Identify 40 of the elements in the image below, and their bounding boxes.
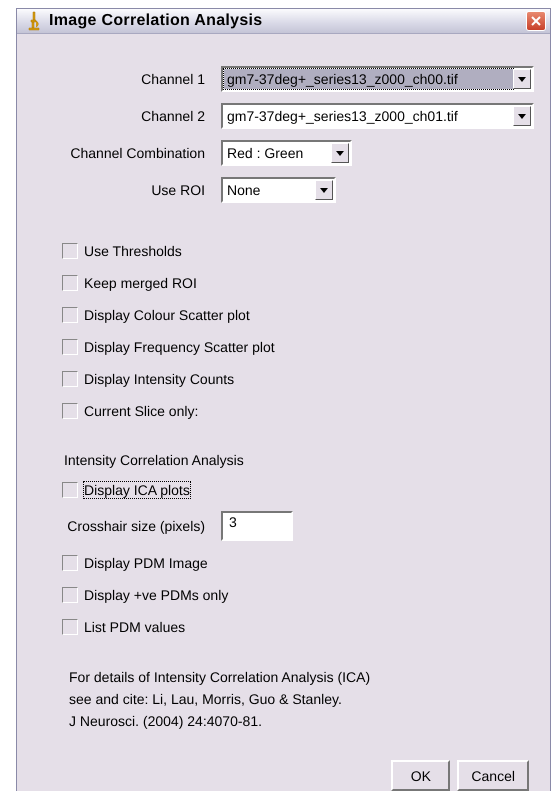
field-label: Channel 2	[141, 108, 205, 124]
checkbox[interactable]	[62, 555, 78, 571]
citation-text: see and cite: Li, Lau, Morris, Guo & Stanley.	[69, 690, 343, 709]
checkbox-label[interactable]: Display Colour Scatter plot	[84, 307, 250, 323]
checkbox-label[interactable]: Keep merged ROI	[84, 275, 197, 291]
checkbox-label[interactable]: Display ICA plots	[84, 482, 190, 498]
checkbox-label[interactable]: Display PDM Image	[84, 555, 208, 571]
input-field[interactable]: 3	[221, 511, 293, 541]
close-icon	[531, 16, 541, 26]
checkbox[interactable]	[62, 619, 78, 635]
checkbox-label[interactable]: List PDM values	[84, 619, 186, 635]
window-title: Image Correlation Analysis	[49, 12, 264, 30]
section-heading: Intensity Correlation Analysis	[63, 452, 245, 468]
checkbox[interactable]	[62, 587, 78, 603]
field-label: Channel 1	[141, 71, 205, 87]
cancel-button[interactable]: Cancel	[457, 760, 529, 791]
checkbox[interactable]	[62, 339, 78, 355]
checkbox[interactable]	[62, 275, 78, 291]
close-button[interactable]	[526, 11, 546, 31]
checkbox-label[interactable]: Display Intensity Counts	[84, 371, 234, 387]
checkbox[interactable]	[62, 403, 78, 419]
ok-button[interactable]: OK	[391, 760, 450, 791]
microscope-icon	[27, 11, 41, 31]
field-label: Channel Combination	[70, 145, 205, 161]
checkbox[interactable]	[62, 243, 78, 259]
field-label: Use ROI	[151, 182, 205, 198]
citation-text: J Neurosci. (2004) 24:4070-81.	[69, 712, 263, 731]
checkbox[interactable]	[62, 371, 78, 387]
citation-text: For details of Intensity Correlation Analysis (ICA)	[69, 668, 372, 687]
dropdown[interactable]: Red : Green	[221, 140, 352, 166]
checkbox-label[interactable]: Current Slice only:	[84, 403, 198, 419]
dropdown[interactable]: gm7-37deg+_series13_z000_ch00.tif	[221, 66, 534, 92]
checkbox-label[interactable]: Use Thresholds	[84, 243, 182, 259]
dropdown[interactable]: None	[221, 177, 336, 203]
checkbox[interactable]	[62, 482, 78, 498]
field-label: Crosshair size (pixels)	[67, 518, 205, 534]
checkbox-label[interactable]: Display Frequency Scatter plot	[84, 339, 275, 355]
checkbox[interactable]	[62, 307, 78, 323]
checkbox-label[interactable]: Display +ve PDMs only	[84, 587, 228, 603]
dropdown[interactable]: gm7-37deg+_series13_z000_ch01.tif	[221, 103, 534, 129]
